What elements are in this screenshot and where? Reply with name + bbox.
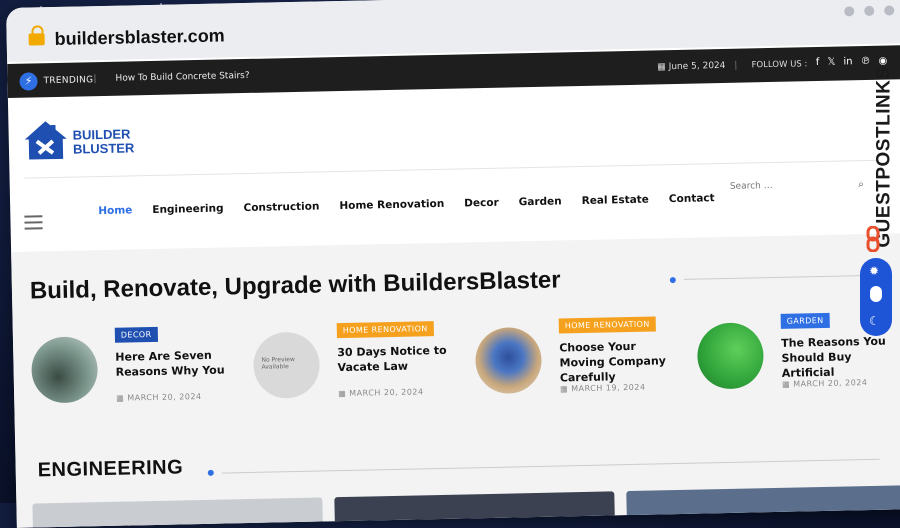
category-badge[interactable]: HOME RENOVATION [558,316,656,334]
lock-icon [28,33,45,46]
address-bar[interactable]: buildersblaster.com [54,25,224,50]
post-date: ▦ MARCH 19, 2024 [560,382,646,394]
post-card[interactable]: DECOR Here Are Seven Reasons Why You ▦ M… [30,325,243,409]
reddit-icon[interactable]: ◉ [878,56,887,67]
post-thumbnail[interactable] [696,322,765,390]
calendar-icon: ▦ [560,384,572,394]
post-date: ▦ MARCH 20, 2024 [781,378,868,389]
nav-item-engineering[interactable]: Engineering [152,202,223,215]
post-title[interactable]: Here Are Seven Reasons Why You [115,347,236,380]
post-thumbnail[interactable]: No Preview Available [252,331,321,399]
category-badge[interactable]: DECOR [114,326,158,343]
calendar-icon: ▦ [338,388,350,399]
post-title[interactable]: 30 Days Notice to Vacate Law [337,343,458,376]
post-thumbnail[interactable] [30,336,99,404]
browser-window: buildersblaster.com ⚡ TRENDING | How To … [6,0,900,528]
window-dot-icon[interactable] [884,5,895,16]
facebook-icon[interactable]: f [816,57,820,68]
post-date: ▦ MARCH 20, 2024 [116,391,202,403]
window-controls [844,5,895,17]
sun-icon: ✹ [869,264,880,278]
follow-label: FOLLOW US : [751,59,808,71]
divider [23,159,880,179]
calendar-icon: ▦ [116,393,128,403]
category-badge[interactable]: HOME RENOVATION [336,321,434,339]
house-logo-icon [24,121,67,160]
section-title: ENGINEERING [37,456,184,482]
divider: | [734,60,738,71]
post-thumbnail[interactable] [334,491,615,526]
main-nav: Home Engineering Construction Home Renov… [98,192,715,217]
calendar-icon: ▦ [657,62,666,73]
chain-link-icon [866,226,880,252]
post-thumbnail[interactable] [626,485,900,520]
post-thumbnail[interactable] [32,497,323,528]
search-input[interactable]: Search … ⌕ [730,179,870,192]
divider: | [93,74,97,85]
nav-item-home[interactable]: Home [98,204,132,217]
post-thumbnail[interactable] [474,326,543,395]
logo-text-line2: BLUSTER [72,140,135,157]
post-date: ▦ MARCH 20, 2024 [338,387,424,399]
linkedin-icon[interactable]: in [843,56,852,67]
title-dot [207,469,214,476]
nav-item-decor[interactable]: Decor [464,197,499,210]
menu-icon[interactable] [24,215,43,233]
title-dot [669,277,676,284]
no-preview-text: No Preview Available [261,356,295,371]
nav-item-home-renovation[interactable]: Home Renovation [339,198,444,212]
post-title[interactable]: Choose Your Moving Company Carefully [559,338,680,386]
trending-label: TRENDING [43,75,94,87]
calendar-icon: ▦ [781,379,794,389]
category-badge[interactable]: GARDEN [780,312,830,329]
lightning-icon: ⚡ [19,72,38,91]
nav-item-garden[interactable]: Garden [519,195,562,208]
nav-item-contact[interactable]: Contact [669,192,715,205]
post-card[interactable]: No Preview Available HOME RENOVATION 30 … [252,321,465,405]
pinterest-icon[interactable]: ℗ [860,56,870,67]
post-card[interactable]: HOME RENOVATION Choose Your Moving Compa… [474,316,687,400]
nav-item-construction[interactable]: Construction [243,200,319,214]
current-date: ▦ June 5, 2024 | [657,60,738,73]
trending-link[interactable]: How To Build Concrete Stairs? [115,71,249,84]
window-dot-icon[interactable] [844,6,855,17]
dark-mode-toggle[interactable]: ✹ ☾ [860,258,892,336]
nav-item-real-estate[interactable]: Real Estate [582,194,649,207]
toggle-knob[interactable] [870,286,882,302]
post-title[interactable]: The Reasons You Should Buy Artificial [781,333,900,381]
x-icon[interactable]: 𝕏 [827,57,835,68]
moon-icon: ☾ [869,314,880,328]
window-dot-icon[interactable] [864,5,875,17]
watermark: GUESTPOSTLINKS [873,66,895,248]
